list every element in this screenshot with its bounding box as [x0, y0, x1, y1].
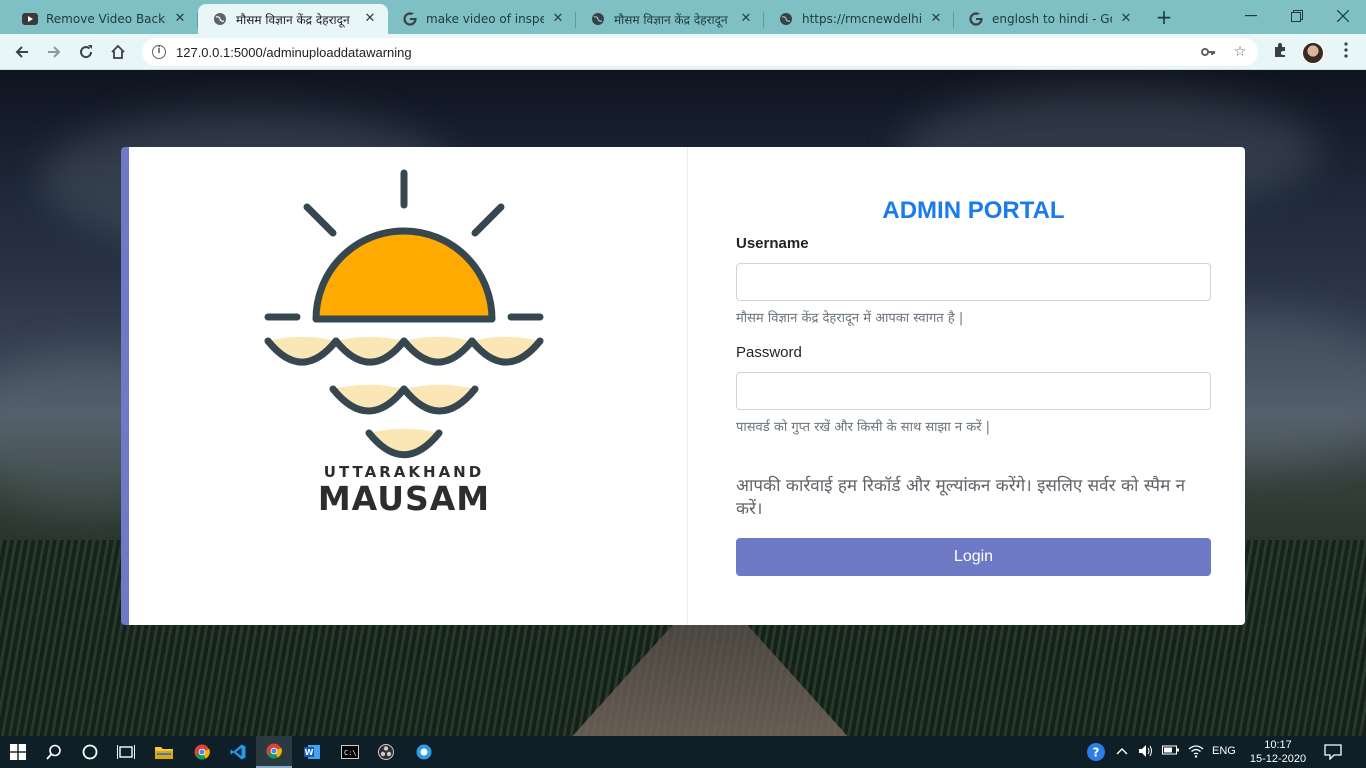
close-tab-icon[interactable]: ✕ — [362, 11, 378, 27]
search-icon[interactable] — [36, 736, 72, 768]
tab-make-video[interactable]: make video of inspect e ✕ — [388, 4, 576, 34]
battery-icon[interactable] — [1162, 744, 1180, 759]
tab-title: englosh to hindi - Goog — [992, 12, 1112, 26]
minimize-button[interactable] — [1228, 0, 1274, 32]
globe-icon — [778, 11, 794, 27]
tab-mausam-2[interactable]: मौसम विज्ञान केंद्र देहरादून ✕ — [576, 4, 764, 34]
spam-warning-text: आपकी कार्रवाई हम रिकॉर्ड और मूल्यांकन कर… — [736, 476, 1186, 519]
page-background: UTTARAKHAND MAUSAM ADMIN PORTAL Username… — [0, 70, 1366, 736]
browser-tab-bar: Remove Video Backgro ✕ मौसम विज्ञान केंद… — [0, 0, 1366, 34]
obs-icon[interactable] — [368, 736, 404, 768]
youtube-icon — [22, 11, 38, 27]
username-input[interactable] — [736, 263, 1211, 301]
url-text: 127.0.0.1:5000/adminuploaddatawarning — [176, 44, 412, 60]
password-input[interactable] — [736, 372, 1211, 410]
close-tab-icon[interactable]: ✕ — [928, 11, 944, 27]
task-view-icon[interactable] — [108, 736, 144, 768]
menu-kebab-icon[interactable] — [1336, 42, 1356, 62]
globe-icon — [590, 11, 606, 27]
chrome-active-icon[interactable] — [256, 736, 292, 768]
close-tab-icon[interactable]: ✕ — [550, 11, 566, 27]
start-button[interactable] — [0, 736, 36, 768]
close-tab-icon[interactable]: ✕ — [738, 11, 754, 27]
logo-panel: UTTARAKHAND MAUSAM — [129, 147, 688, 625]
notifications-icon[interactable] — [1324, 744, 1342, 763]
browser-toolbar: i 127.0.0.1:5000/adminuploaddatawarning … — [0, 34, 1366, 70]
cortana-icon[interactable] — [72, 736, 108, 768]
svg-text:C:\: C:\ — [344, 749, 357, 757]
login-form-panel: ADMIN PORTAL Username मौसम विज्ञान केंद्… — [688, 147, 1245, 625]
svg-text:?: ? — [1093, 746, 1100, 760]
help-icon[interactable]: ? — [1086, 742, 1106, 765]
tab-english-to-hindi[interactable]: englosh to hindi - Goog ✕ — [954, 4, 1144, 34]
language-indicator[interactable]: ENG — [1212, 745, 1236, 757]
tab-title: मौसम विज्ञान केंद्र देहरादून — [614, 12, 728, 27]
wifi-icon[interactable] — [1188, 744, 1204, 761]
username-help-text: मौसम विज्ञान केंद्र देहरादून में आपका स्… — [736, 311, 964, 326]
profile-avatar[interactable] — [1302, 42, 1324, 64]
globe-icon — [212, 11, 228, 27]
file-explorer-icon[interactable] — [146, 736, 182, 768]
vscode-icon[interactable] — [220, 736, 256, 768]
restore-button[interactable] — [1274, 0, 1320, 32]
forward-button[interactable] — [40, 38, 68, 66]
tab-title: https://rmcnewdelhi.im — [802, 12, 922, 26]
password-label: Password — [736, 344, 802, 361]
home-button[interactable] — [104, 38, 132, 66]
reload-button[interactable] — [72, 38, 100, 66]
address-bar[interactable]: i 127.0.0.1:5000/adminuploaddatawarning … — [142, 38, 1258, 66]
clock-time: 10:17 — [1264, 739, 1292, 751]
google-icon — [402, 11, 418, 27]
sun-waves-logo-icon — [264, 169, 544, 459]
bookmark-star-icon[interactable]: ☆ — [1232, 44, 1248, 60]
password-help-text: पासवर्ड को गुप्त रखें और किसी के साथ साझ… — [736, 420, 991, 435]
windows-taskbar: W C:\ ? ENG 10:17 15-12-2020 — [0, 736, 1366, 768]
tab-mausam-active[interactable]: मौसम विज्ञान केंद्र देहरादून ✕ — [198, 4, 388, 34]
login-button[interactable]: Login — [736, 538, 1211, 576]
google-icon — [968, 11, 984, 27]
new-tab-button[interactable]: + — [1152, 6, 1176, 30]
username-label: Username — [736, 235, 809, 252]
tray-expand-icon[interactable] — [1116, 744, 1128, 758]
brand-line-2: MAUSAM — [317, 479, 491, 518]
tab-title: Remove Video Backgro — [46, 12, 166, 26]
close-tab-icon[interactable]: ✕ — [172, 11, 188, 27]
tab-remove-video-background[interactable]: Remove Video Backgro ✕ — [8, 4, 198, 34]
tab-rmcnewdelhi[interactable]: https://rmcnewdelhi.im ✕ — [764, 4, 954, 34]
key-icon[interactable] — [1200, 44, 1216, 60]
svg-text:W: W — [305, 748, 314, 757]
chrome-icon[interactable] — [184, 736, 220, 768]
word-icon[interactable]: W — [294, 736, 330, 768]
uttarakhand-mausam-logo: UTTARAKHAND MAUSAM — [259, 167, 549, 518]
back-button[interactable] — [8, 38, 36, 66]
screen-recorder-icon[interactable] — [406, 736, 442, 768]
page-title: ADMIN PORTAL — [882, 197, 1065, 224]
extensions-icon[interactable] — [1270, 42, 1290, 62]
close-window-button[interactable] — [1320, 0, 1366, 32]
volume-icon[interactable] — [1138, 744, 1154, 761]
close-tab-icon[interactable]: ✕ — [1118, 11, 1134, 27]
clock-date: 15-12-2020 — [1249, 753, 1307, 765]
taskbar-clock[interactable]: 10:17 15-12-2020 — [1248, 738, 1308, 766]
tab-title: make video of inspect e — [426, 12, 544, 26]
terminal-icon[interactable]: C:\ — [332, 736, 368, 768]
login-card: UTTARAKHAND MAUSAM ADMIN PORTAL Username… — [121, 147, 1245, 625]
tab-title: मौसम विज्ञान केंद्र देहरादून — [236, 12, 350, 27]
info-icon[interactable]: i — [152, 45, 166, 59]
